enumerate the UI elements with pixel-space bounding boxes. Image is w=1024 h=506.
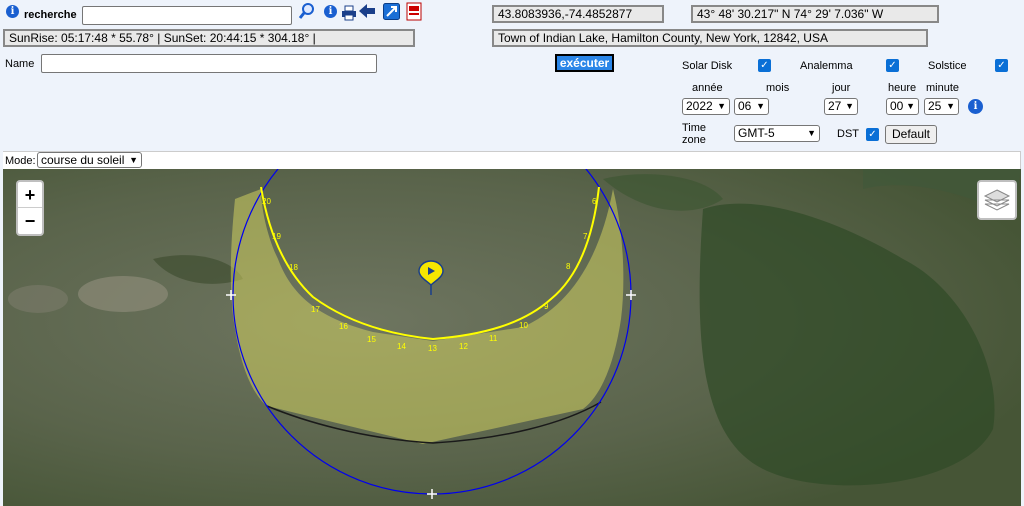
timezone-label-line1: Time [682,122,707,134]
analemma-label: Analemma [800,60,853,72]
mode-select[interactable]: course du soleil ▼ [37,152,142,168]
minute-label: minute [926,82,960,94]
year-label: année [692,82,723,94]
solar-disk-checkbox[interactable]: ✓ [758,59,771,72]
hour-label-19: 19 [272,232,281,241]
address-display: Town of Indian Lake, Hamilton County, Ne… [492,29,928,47]
analemma-checkbox[interactable]: ✓ [886,59,899,72]
back-arrow-icon[interactable] [359,4,375,18]
day-label: jour [832,82,851,94]
hour-label-6: 6 [592,197,597,206]
layers-button[interactable] [977,180,1017,220]
hour-label: heure [888,82,917,94]
chevron-down-icon: ▼ [946,101,955,111]
chevron-down-icon: ▼ [129,155,138,165]
search-icon[interactable] [298,2,316,20]
chevron-down-icon: ▼ [906,101,915,111]
hour-label-12: 12 [459,342,468,351]
zoom-in-button[interactable]: + [18,182,42,208]
hour-label-8: 8 [566,262,571,271]
hour-label-9: 9 [544,302,549,311]
coords-dms-display: 43° 48' 30.217" N 74° 29' 7.036" W [691,5,939,23]
dst-checkbox[interactable]: ✓ [866,128,879,141]
name-label: Name [5,58,35,70]
zoom-control: + − [16,180,44,236]
hour-label-7: 7 [583,232,588,241]
chevron-down-icon: ▼ [807,128,816,138]
chevron-down-icon: ▼ [717,101,726,111]
chevron-down-icon: ▼ [845,101,854,111]
export-icon[interactable] [383,3,400,20]
hour-label-16: 16 [339,322,348,331]
dst-label: DST [837,128,859,140]
print-icon[interactable] [341,5,357,21]
satellite-map[interactable]: 20 19 18 17 16 15 14 13 12 11 10 9 8 7 6 [3,169,1021,506]
execute-button[interactable]: exécuter [555,54,614,72]
year-select[interactable]: 2022 ▼ [682,98,730,115]
search-label: recherche [24,9,77,21]
map-view[interactable]: 20 19 18 17 16 15 14 13 12 11 10 9 8 7 6… [3,169,1021,506]
info-icon[interactable]: i [6,5,19,18]
datetime-info-icon[interactable]: i [968,99,983,114]
hour-label-13: 13 [428,344,437,353]
solstice-label: Solstice [928,60,967,72]
hour-label-10: 10 [519,321,528,330]
solar-disk-label: Solar Disk [682,60,733,72]
hour-label-18: 18 [289,263,298,272]
month-label: mois [766,82,790,94]
hour-label-15: 15 [367,335,376,344]
hour-label-11: 11 [489,334,498,343]
mode-label: Mode: [5,155,36,167]
solstice-checkbox[interactable]: ✓ [995,59,1008,72]
name-input[interactable] [41,54,377,73]
zoom-out-button[interactable]: − [18,208,42,234]
sun-info-display: SunRise: 05:17:48 * 55.78° | SunSet: 20:… [3,29,415,47]
search-input[interactable] [82,6,292,25]
day-select[interactable]: 27 ▼ [824,98,858,115]
layers-icon [983,189,1011,211]
hour-label-14: 14 [397,342,406,351]
chevron-down-icon: ▼ [756,101,765,111]
hour-label-17: 17 [311,305,320,314]
timezone-label-line2: zone [682,134,706,146]
timezone-select[interactable]: GMT-5 ▼ [734,125,820,142]
help-info-icon[interactable]: i [324,5,337,18]
pdf-icon[interactable] [406,2,422,21]
default-button[interactable]: Default [885,125,937,144]
coords-decimal-display: 43.8083936,-74.4852877 [492,5,664,23]
month-select[interactable]: 06 ▼ [734,98,769,115]
minute-select[interactable]: 25 ▼ [924,98,959,115]
hour-label-20: 20 [262,197,271,206]
hour-select[interactable]: 00 ▼ [886,98,919,115]
mode-bar [3,151,1021,169]
